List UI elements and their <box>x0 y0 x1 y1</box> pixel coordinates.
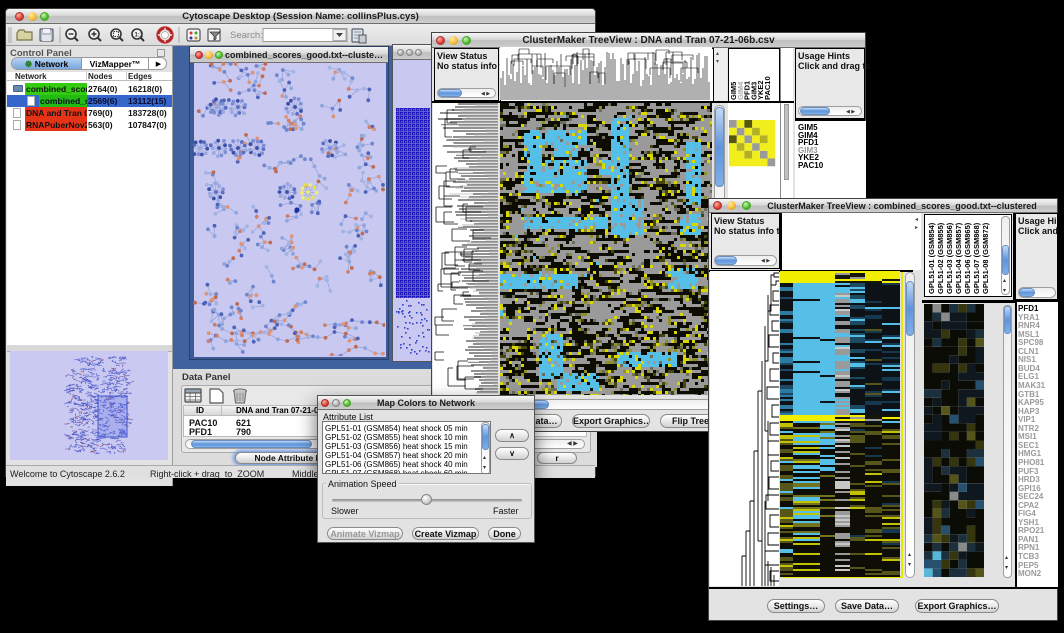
svg-text:PAC10: PAC10 <box>763 76 772 100</box>
svg-text:GPL51-06 (GSM865): GPL51-06 (GSM865) <box>963 222 972 294</box>
svg-text:GPL51-08 (GSM872): GPL51-08 (GSM872) <box>981 222 990 294</box>
svg-text:Search:: Search: <box>230 30 263 41</box>
svg-text:GPL51-04 (GSM857): GPL51-04 (GSM857) <box>954 222 963 294</box>
svg-text:1:1: 1:1 <box>135 33 144 39</box>
svg-text:GPL51-07 (GSM868): GPL51-07 (GSM868) <box>972 222 981 294</box>
svg-text:GPL51-02 (GSM855): GPL51-02 (GSM855) <box>936 222 945 294</box>
svg-text:GPL51-01 (GSM854): GPL51-01 (GSM854) <box>927 222 936 294</box>
svg-text:GPL51-03 (GSM856): GPL51-03 (GSM856) <box>945 222 954 294</box>
